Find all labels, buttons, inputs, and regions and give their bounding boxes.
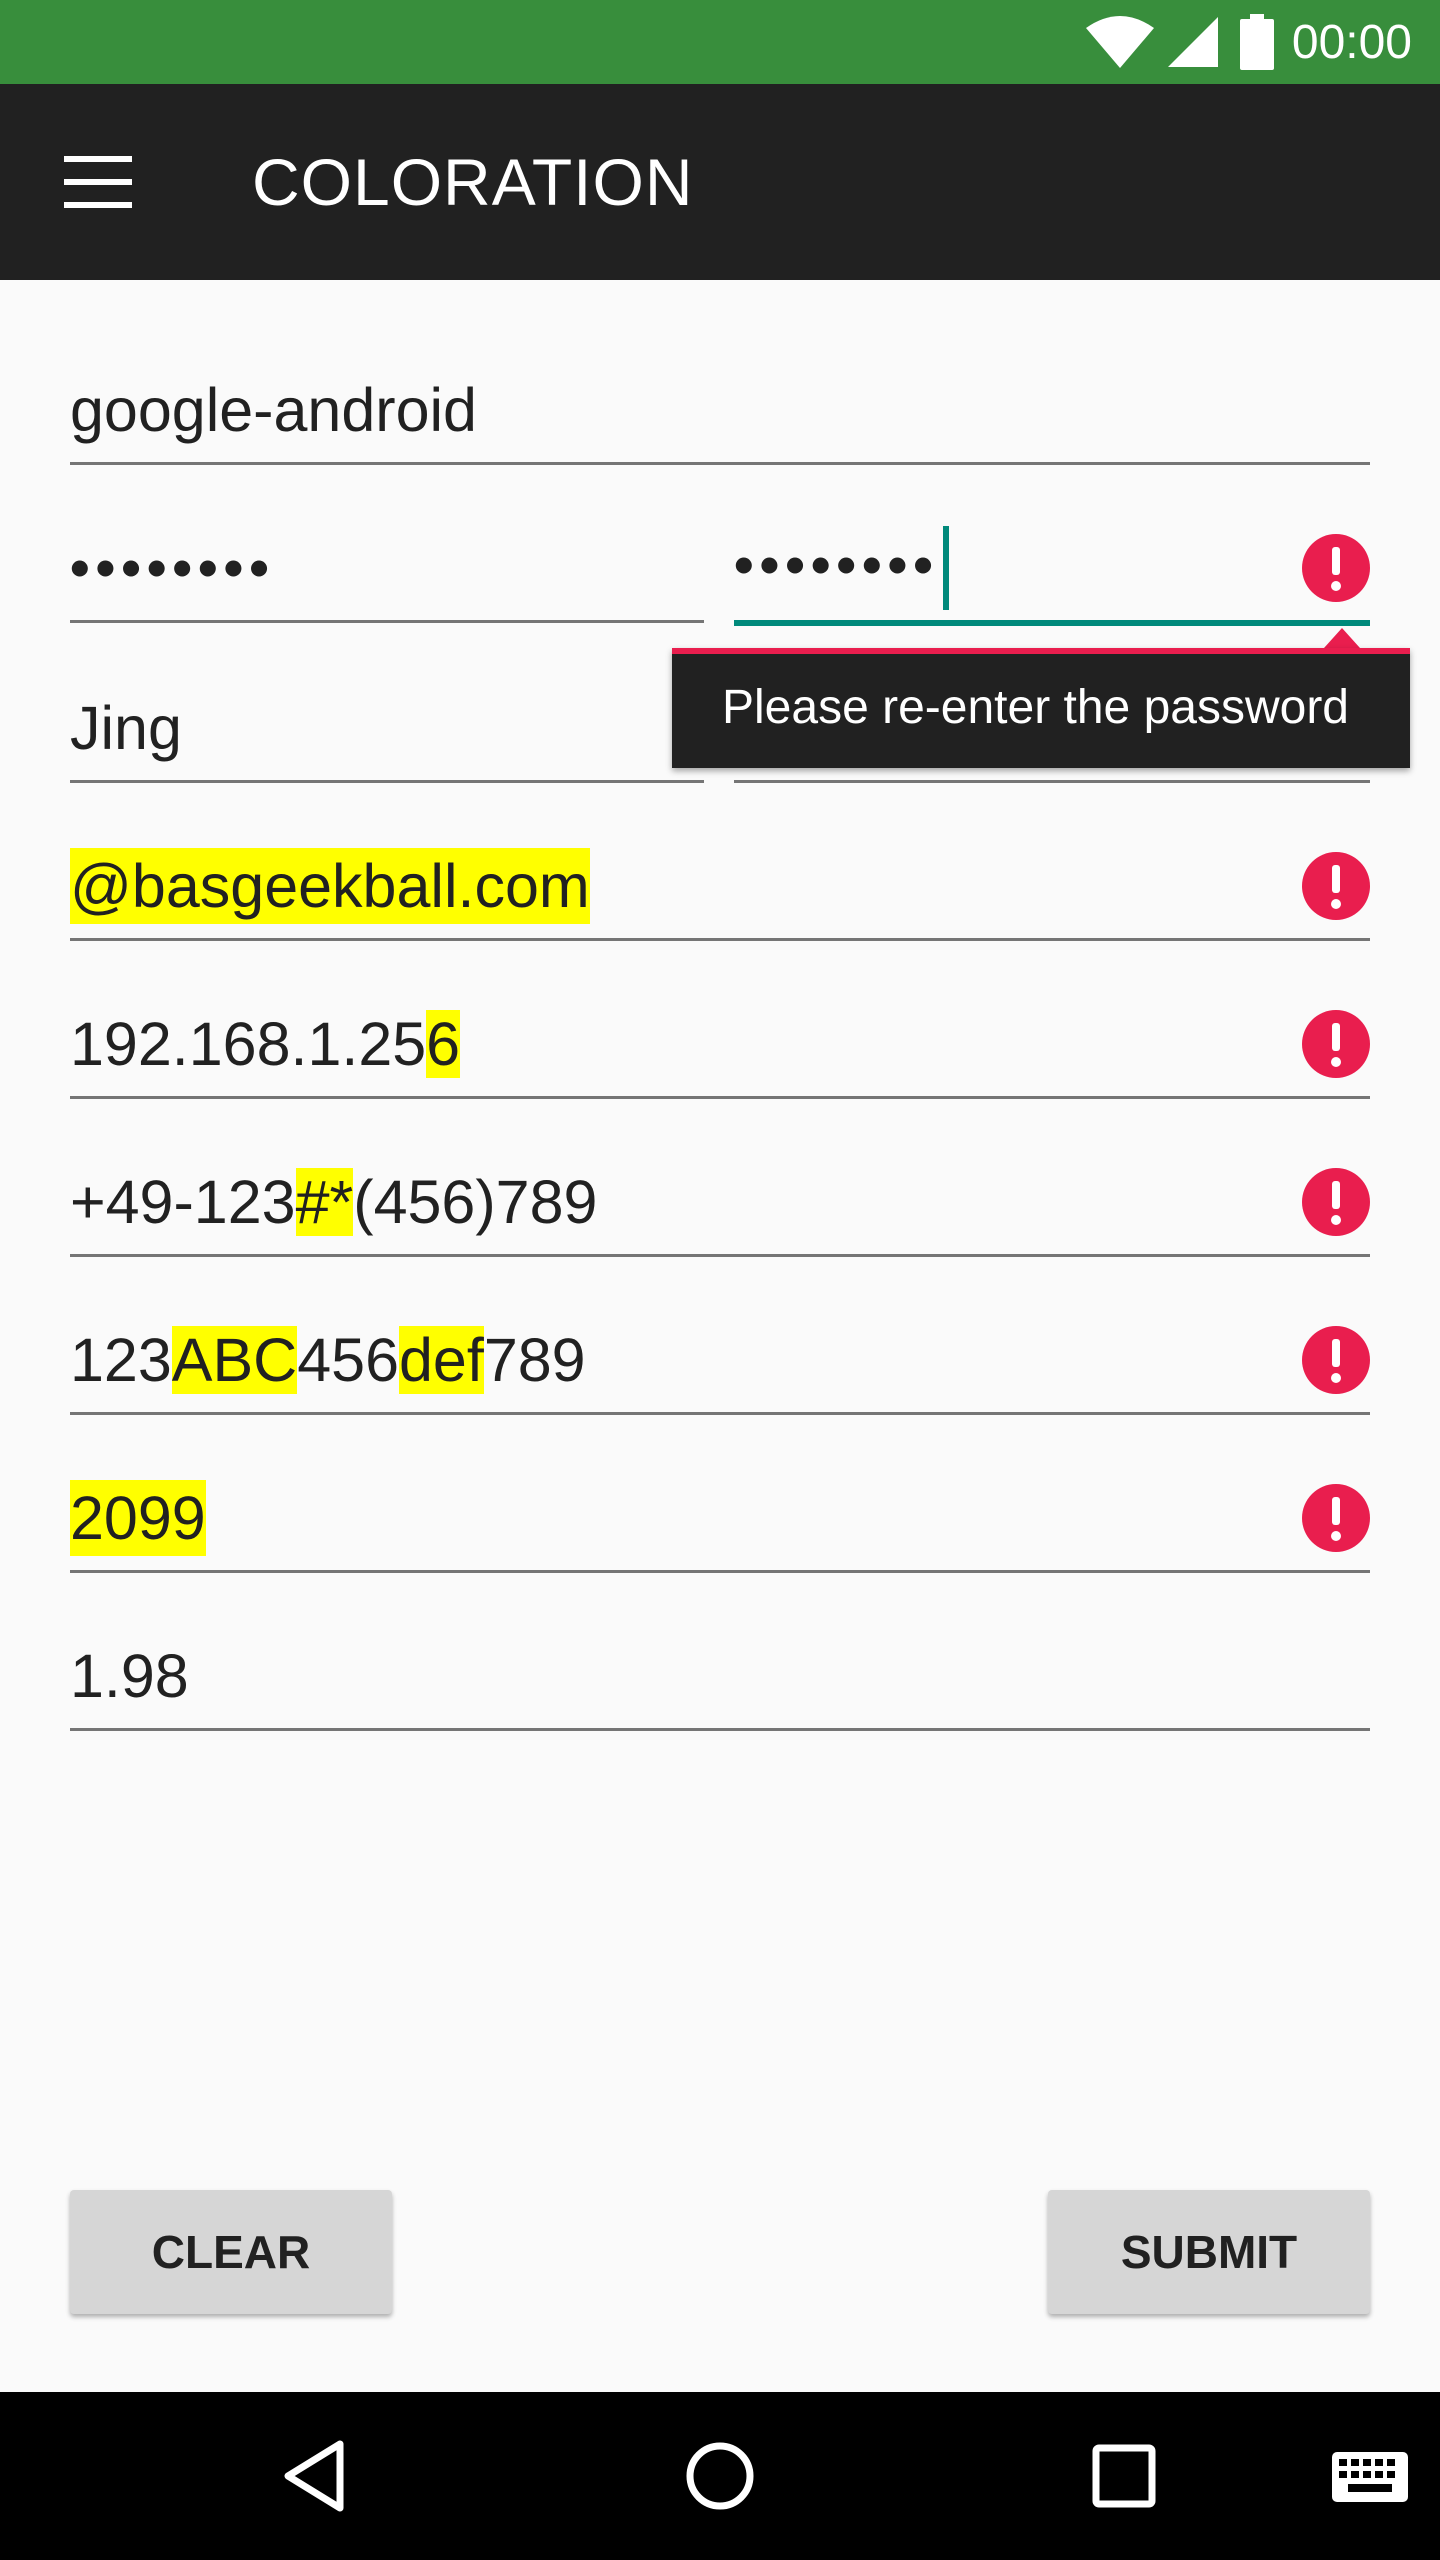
keyboard-icon[interactable] xyxy=(1320,2426,1420,2526)
password-value: •••••••• xyxy=(70,536,275,599)
username-field[interactable]: google-android xyxy=(70,362,1370,465)
email-field[interactable]: @basgeekball.com xyxy=(70,838,1370,941)
decimal-value: 1.98 xyxy=(70,1642,189,1710)
year-field[interactable]: 2099 xyxy=(70,1470,1370,1573)
ip-address-field[interactable]: 192.168.1.256 xyxy=(70,996,1370,1099)
error-tooltip-text: Please re-enter the password xyxy=(722,681,1349,734)
phone-valid-part: +49-123 xyxy=(70,1168,296,1236)
numeric-invalid-part: ABC xyxy=(171,1326,298,1394)
numeric-valid-part: 123 xyxy=(70,1326,172,1394)
clear-button[interactable]: CLEAR xyxy=(70,2190,392,2314)
status-icons: 00:00 xyxy=(1084,0,1412,84)
first-name-field[interactable]: Jing xyxy=(70,680,704,783)
wifi-icon xyxy=(1085,16,1154,68)
password-field[interactable]: •••••••• xyxy=(70,520,704,623)
error-icon xyxy=(1302,1168,1370,1236)
status-time: 00:00 xyxy=(1291,15,1412,69)
first-name-value: Jing xyxy=(70,694,182,762)
numeric-value: 123ABC456def789 xyxy=(70,1322,586,1398)
home-icon[interactable] xyxy=(670,2426,770,2526)
decimal-field[interactable]: 1.98 xyxy=(70,1628,1370,1731)
error-icon xyxy=(1302,534,1370,602)
back-icon[interactable] xyxy=(266,2426,366,2526)
error-icon xyxy=(1302,1010,1370,1078)
numeric-valid-part: 789 xyxy=(483,1326,586,1394)
password-confirm-value: •••••••• xyxy=(734,533,939,597)
submit-button[interactable]: SUBMIT xyxy=(1048,2190,1370,2314)
numeric-invalid-part: def xyxy=(399,1326,484,1394)
phone-value: +49-123#*(456)789 xyxy=(70,1164,597,1240)
recents-icon[interactable] xyxy=(1074,2426,1174,2526)
error-icon xyxy=(1302,1326,1370,1394)
error-icon xyxy=(1302,1484,1370,1552)
error-tooltip: Please re-enter the password xyxy=(672,648,1410,768)
numeric-field[interactable]: 123ABC456def789 xyxy=(70,1312,1370,1415)
ip-valid-part: 192.168.1.25 xyxy=(70,1010,427,1078)
page-title: COLORATION xyxy=(252,145,694,219)
app-bar: COLORATION xyxy=(0,84,1440,280)
navigation-bar xyxy=(0,2392,1440,2560)
tooltip-arrow xyxy=(1324,628,1360,648)
battery-icon xyxy=(1239,14,1274,70)
phone-valid-part: (456)789 xyxy=(353,1168,598,1236)
menu-icon[interactable] xyxy=(64,156,132,208)
status-bar: 00:00 xyxy=(0,0,1440,84)
year-value: 2099 xyxy=(70,1480,206,1556)
error-icon xyxy=(1302,852,1370,920)
numeric-valid-part: 456 xyxy=(297,1326,399,1394)
signal-icon xyxy=(1167,17,1218,67)
username-value: google-android xyxy=(70,376,477,444)
phone-invalid-part: #* xyxy=(295,1168,354,1236)
ip-invalid-part: 6 xyxy=(426,1010,461,1078)
phone-field[interactable]: +49-123#*(456)789 xyxy=(70,1154,1370,1257)
ip-address-value: 192.168.1.256 xyxy=(70,1006,461,1082)
password-confirm-field[interactable]: •••••••• xyxy=(734,520,1370,626)
email-value: @basgeekball.com xyxy=(70,848,590,924)
text-cursor xyxy=(942,526,949,610)
